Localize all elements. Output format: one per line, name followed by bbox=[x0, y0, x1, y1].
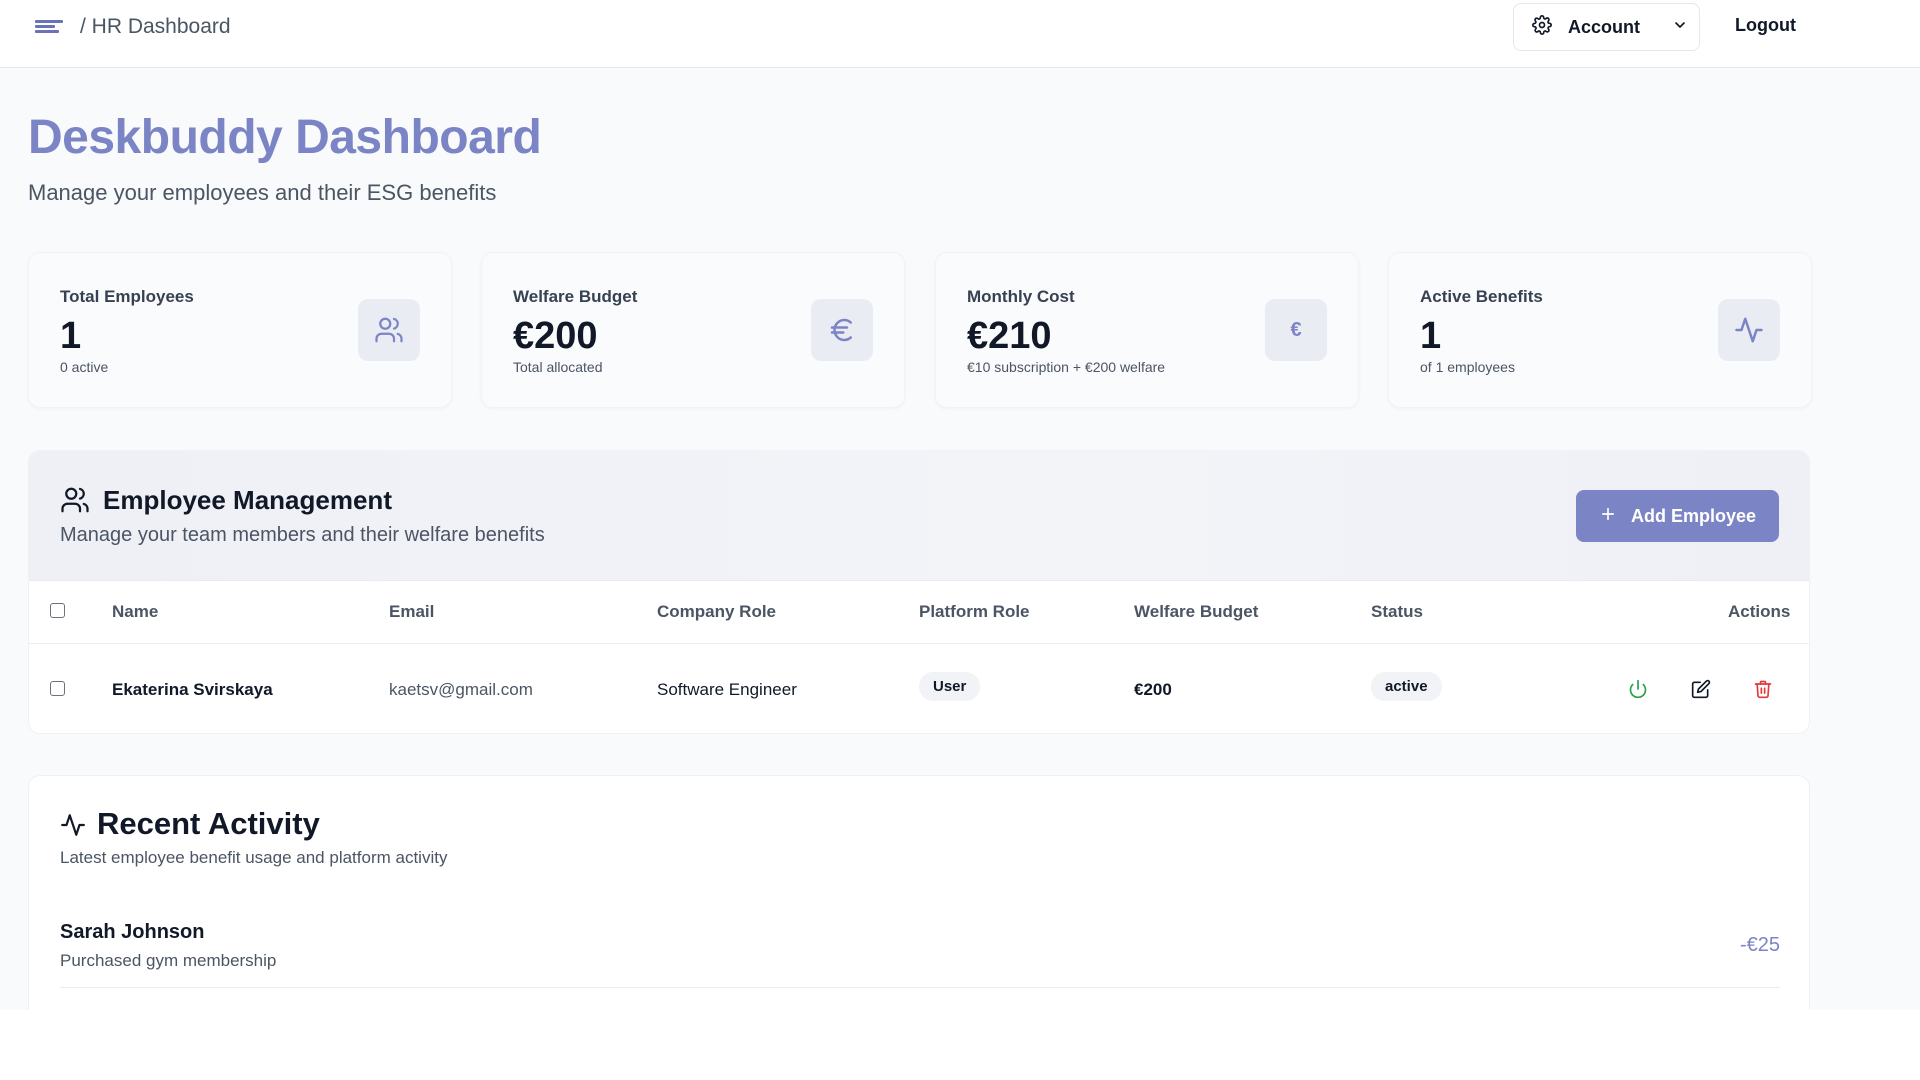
column-header-welfare-budget[interactable]: Welfare Budget bbox=[1134, 602, 1258, 622]
table-header: Name Email Company Role Platform Role We… bbox=[29, 581, 1809, 644]
stat-note: 0 active bbox=[60, 359, 109, 375]
row-checkbox[interactable] bbox=[50, 681, 65, 696]
edit-icon[interactable] bbox=[1688, 676, 1714, 702]
stat-label: Total Employees bbox=[60, 287, 194, 306]
top-bar: / HR Dashboard Account Logout bbox=[0, 0, 1920, 68]
recent-activity-panel: Recent Activity Latest employee benefit … bbox=[28, 775, 1810, 1010]
column-header-actions: Actions bbox=[1728, 602, 1791, 621]
euro-small-icon: € bbox=[1265, 299, 1327, 361]
gear-icon bbox=[1532, 14, 1552, 40]
breadcrumb: / HR Dashboard bbox=[80, 15, 231, 38]
employee-name: Ekaterina Svirskaya bbox=[112, 680, 273, 699]
users-icon bbox=[60, 485, 90, 520]
stat-note: of 1 employees bbox=[1420, 359, 1515, 375]
logout-button[interactable]: Logout bbox=[1735, 15, 1796, 36]
page-title: Deskbuddy Dashboard bbox=[28, 111, 542, 164]
add-employee-button[interactable]: Add Employee bbox=[1576, 490, 1779, 542]
table-row: Ekaterina Svirskaya kaetsv@gmail.com Sof… bbox=[29, 644, 1809, 733]
stat-note: Total allocated bbox=[513, 359, 603, 375]
employee-management-header: Employee Management Manage your team mem… bbox=[29, 451, 1809, 581]
chevron-down-icon bbox=[1672, 17, 1688, 38]
activity-icon bbox=[60, 812, 86, 843]
stat-value: 1 bbox=[1420, 315, 1442, 357]
select-all-checkbox[interactable] bbox=[50, 603, 65, 618]
column-header-platform-role[interactable]: Platform Role bbox=[919, 602, 1030, 622]
activity-person: Sarah Johnson bbox=[60, 921, 205, 943]
stat-card-welfare-budget: Welfare Budget €200 Total allocated bbox=[481, 252, 905, 408]
stat-label: Welfare Budget bbox=[513, 287, 638, 306]
users-icon bbox=[358, 299, 420, 361]
activity-amount: -€25 bbox=[1739, 934, 1780, 956]
stat-card-active-benefits: Active Benefits 1 of 1 employees bbox=[1388, 252, 1812, 408]
add-employee-label: Add Employee bbox=[1630, 505, 1757, 526]
employee-company-role: Software Engineer bbox=[657, 680, 797, 699]
page-footer-area bbox=[0, 1010, 1920, 1080]
stat-card-monthly-cost: Monthly Cost €210 €10 subscription + €20… bbox=[935, 252, 1359, 408]
column-header-email[interactable]: Email bbox=[389, 602, 434, 622]
activity-item: Sarah Johnson Purchased gym membership -… bbox=[60, 921, 1780, 988]
column-header-company-role[interactable]: Company Role bbox=[657, 602, 776, 622]
account-menu-button[interactable]: Account bbox=[1513, 3, 1700, 51]
trash-icon[interactable] bbox=[1750, 676, 1776, 702]
stat-value: €210 bbox=[967, 315, 1052, 357]
page-subtitle: Manage your employees and their ESG bene… bbox=[28, 180, 497, 205]
power-icon[interactable] bbox=[1625, 676, 1651, 702]
section-subtitle: Latest employee benefit usage and platfo… bbox=[60, 848, 448, 867]
company-logo[interactable] bbox=[35, 20, 63, 34]
employee-welfare-budget: €200 bbox=[1134, 680, 1172, 699]
section-title: Recent Activity bbox=[97, 806, 320, 841]
stat-label: Monthly Cost bbox=[967, 287, 1075, 306]
section-title: Employee Management bbox=[103, 485, 392, 515]
section-subtitle: Manage your team members and their welfa… bbox=[60, 524, 545, 546]
column-header-name[interactable]: Name bbox=[112, 602, 158, 622]
stat-value: 1 bbox=[60, 315, 82, 357]
account-label: Account bbox=[1568, 16, 1640, 37]
status-badge: active bbox=[1371, 672, 1442, 701]
employee-email: kaetsv@gmail.com bbox=[389, 680, 533, 699]
stat-card-total-employees: Total Employees 1 0 active bbox=[28, 252, 452, 408]
platform-role-badge: User bbox=[919, 672, 981, 701]
stat-note: €10 subscription + €200 welfare bbox=[967, 359, 1166, 375]
column-header-status[interactable]: Status bbox=[1371, 602, 1423, 622]
activity-icon bbox=[1718, 299, 1780, 361]
employee-management-panel: Employee Management Manage your team mem… bbox=[28, 450, 1810, 734]
stat-label: Active Benefits bbox=[1420, 287, 1543, 306]
plus-icon bbox=[1599, 505, 1617, 528]
stat-value: €200 bbox=[513, 315, 598, 357]
euro-icon bbox=[811, 299, 873, 361]
activity-description: Purchased gym membership bbox=[60, 951, 277, 970]
